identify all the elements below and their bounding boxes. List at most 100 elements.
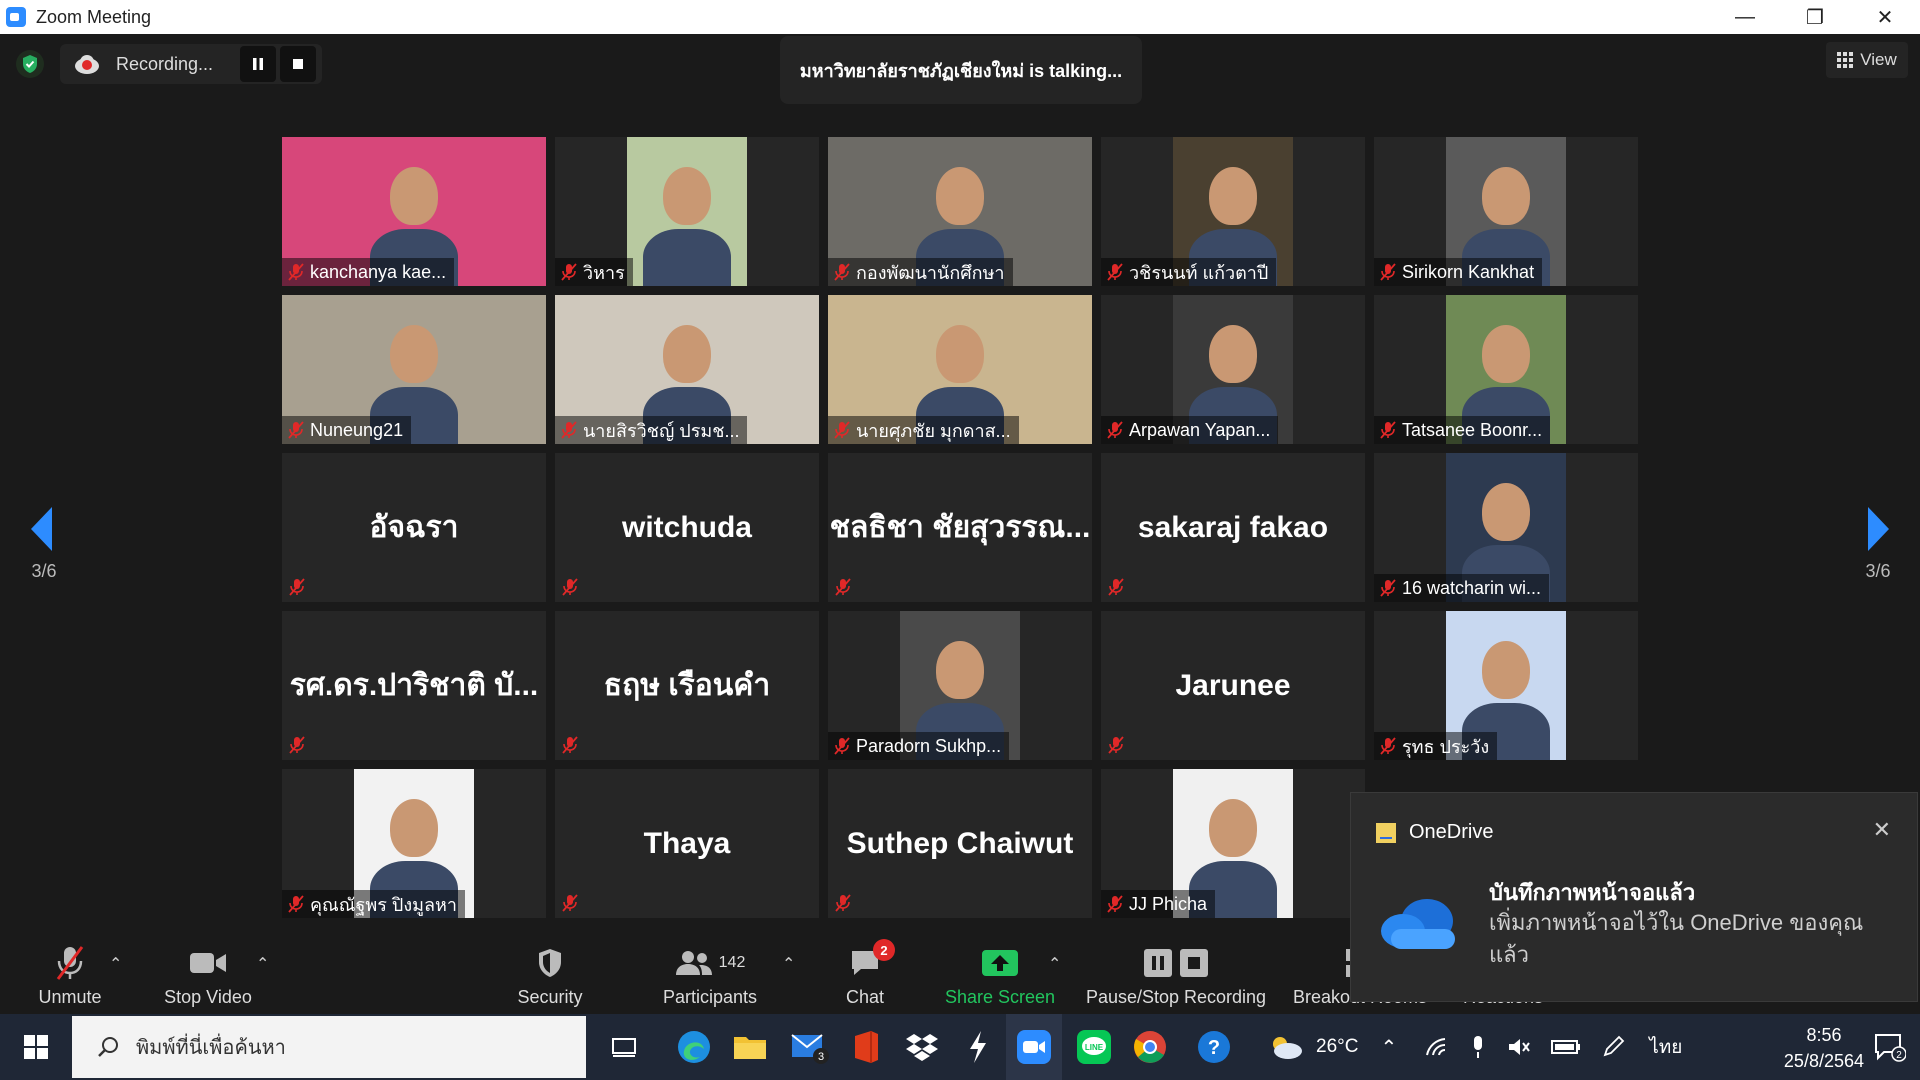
participant-tile[interactable]: kanchanya kae... bbox=[282, 137, 546, 286]
line-app-icon[interactable]: LINE bbox=[1066, 1014, 1122, 1080]
participant-tile[interactable]: นายสิรวิชญ์ ปรมช... bbox=[555, 295, 819, 444]
page-indicator-right: 3/6 bbox=[1865, 561, 1891, 581]
participant-name-label: 16 watcharin wi... bbox=[1374, 574, 1550, 602]
unmute-button[interactable]: Unmute bbox=[30, 934, 110, 1014]
participant-tile[interactable]: Thaya bbox=[555, 769, 819, 918]
zoom-taskbar-icon[interactable] bbox=[1006, 1014, 1062, 1080]
participant-name: Thaya bbox=[643, 826, 731, 860]
video-options-caret-icon[interactable]: ⌃ bbox=[256, 954, 269, 974]
lightning-app-icon[interactable] bbox=[950, 1014, 1006, 1080]
edge-browser-icon[interactable] bbox=[666, 1014, 722, 1080]
notification-count: 2 bbox=[1896, 1050, 1902, 1061]
task-view-icon[interactable] bbox=[596, 1014, 652, 1080]
restore-button[interactable]: ❐ bbox=[1780, 0, 1850, 34]
start-button[interactable] bbox=[0, 1014, 72, 1080]
close-notification-button[interactable]: ✕ bbox=[1873, 817, 1891, 843]
muted-mic-icon bbox=[286, 734, 308, 756]
chat-unread-badge: 2 bbox=[873, 939, 895, 961]
microphone-icon[interactable] bbox=[1471, 1035, 1485, 1059]
participant-tile[interactable]: นายศุภชัย มุกดาส... bbox=[828, 295, 1092, 444]
chat-button[interactable]: 2 Chat bbox=[830, 934, 900, 1014]
chat-label: Chat bbox=[845, 987, 885, 1007]
weather-cloud-icon[interactable] bbox=[1268, 1034, 1304, 1060]
share-options-caret-icon[interactable]: ⌃ bbox=[1048, 954, 1061, 974]
audio-options-caret-icon[interactable]: ⌃ bbox=[109, 954, 122, 974]
share-screen-arrow-icon bbox=[981, 943, 1019, 983]
participant-tile[interactable]: Arpawan Yapan... bbox=[1101, 295, 1365, 444]
participant-tile[interactable]: witchuda bbox=[555, 453, 819, 602]
participants-options-caret-icon[interactable]: ⌃ bbox=[782, 954, 795, 974]
participants-button[interactable]: 142 Participants bbox=[655, 934, 765, 1014]
participant-name: witchuda bbox=[621, 510, 752, 544]
security-button[interactable]: Security bbox=[510, 934, 590, 1014]
notification-center-icon[interactable]: 2 bbox=[1862, 1014, 1918, 1080]
participant-tile[interactable]: Suthep Chaiwut bbox=[828, 769, 1092, 918]
participant-tile[interactable]: ธฤษ เรือนคำ bbox=[555, 611, 819, 760]
participant-name-label: วิหาร bbox=[555, 258, 633, 286]
participant-tile[interactable]: Paradorn Sukhp... bbox=[828, 611, 1092, 760]
minimize-button[interactable]: — bbox=[1710, 0, 1780, 34]
participant-tile[interactable]: อัจฉรา bbox=[282, 453, 546, 602]
muted-mic-icon bbox=[1105, 576, 1127, 598]
video-camera-icon bbox=[189, 943, 227, 983]
stop-recording-button[interactable] bbox=[280, 46, 316, 82]
help-icon[interactable]: ? bbox=[1186, 1014, 1242, 1080]
chrome-icon[interactable] bbox=[1122, 1014, 1178, 1080]
muted-mic-icon bbox=[559, 734, 581, 756]
participant-tile[interactable]: JJ Phicha bbox=[1101, 769, 1365, 918]
participant-tile[interactable]: กองพัฒนานักศึกษา bbox=[828, 137, 1092, 286]
close-button[interactable]: ✕ bbox=[1850, 0, 1920, 34]
next-page-arrow-icon[interactable] bbox=[1862, 504, 1892, 554]
participant-name-label: Arpawan Yapan... bbox=[1101, 416, 1279, 444]
grid-view-icon bbox=[1837, 52, 1854, 68]
battery-icon[interactable] bbox=[1551, 1038, 1581, 1056]
tray-overflow-caret-icon[interactable]: ⌃ bbox=[1380, 1035, 1397, 1060]
muted-mic-icon bbox=[559, 892, 581, 914]
participant-name-label: Tatsanee Boonr... bbox=[1374, 416, 1551, 444]
pen-icon[interactable] bbox=[1601, 1035, 1625, 1059]
participant-tile[interactable]: sakaraj fakao bbox=[1101, 453, 1365, 602]
file-explorer-icon[interactable] bbox=[722, 1014, 778, 1080]
input-language[interactable]: ไทย bbox=[1649, 1032, 1682, 1062]
participant-name-label: Nuneung21 bbox=[282, 416, 412, 444]
participant-tile[interactable]: 16 watcharin wi... bbox=[1374, 453, 1638, 602]
pause-stop-recording-button[interactable]: Pause/Stop Recording bbox=[1084, 934, 1268, 1014]
taskbar-clock[interactable]: 8:56 25/8/2564 bbox=[1784, 1022, 1864, 1074]
pause-recording-button[interactable] bbox=[240, 46, 276, 82]
share-screen-button[interactable]: Share Screen bbox=[940, 934, 1060, 1014]
participant-tile[interactable]: Tatsanee Boonr... bbox=[1374, 295, 1638, 444]
pause-icon bbox=[1144, 949, 1172, 977]
participant-tile[interactable]: Jarunee bbox=[1101, 611, 1365, 760]
dropbox-icon[interactable] bbox=[894, 1014, 950, 1080]
participant-tile[interactable]: รศ.ดร.ปาริชาติ บั... bbox=[282, 611, 546, 760]
unmute-label: Unmute bbox=[38, 987, 102, 1007]
view-button[interactable]: View bbox=[1826, 42, 1908, 78]
wifi-icon[interactable] bbox=[1425, 1037, 1449, 1057]
weather-temperature[interactable]: 26°C bbox=[1316, 1036, 1358, 1058]
recording-indicator: Recording... bbox=[60, 44, 322, 84]
participant-tile[interactable]: Nuneung21 bbox=[282, 295, 546, 444]
participant-tile[interactable]: คุณณัฐพร ปิงมูลหา bbox=[282, 769, 546, 918]
participant-tile[interactable]: วิหาร bbox=[555, 137, 819, 286]
speaker-muted-icon[interactable] bbox=[1507, 1036, 1531, 1058]
muted-mic-icon bbox=[1101, 895, 1129, 913]
participant-tile[interactable]: ชลธิชา ชัยสุวรรณ... bbox=[828, 453, 1092, 602]
participant-tile[interactable]: รุทธ ประวัง bbox=[1374, 611, 1638, 760]
toast-body: เพิ่มภาพหน้าจอไว้ใน OneDrive ของคุณแล้ว bbox=[1489, 910, 1864, 967]
onedrive-notification[interactable]: OneDrive ✕ บันทึกภาพหน้าจอแล้ว เพิ่มภาพห… bbox=[1350, 792, 1918, 1002]
toast-app-name: OneDrive bbox=[1409, 821, 1494, 843]
participant-tile[interactable]: Sirikorn Kankhat bbox=[1374, 137, 1638, 286]
svg-text:3: 3 bbox=[818, 1051, 824, 1063]
previous-page-arrow-icon[interactable] bbox=[28, 504, 58, 554]
office-icon[interactable] bbox=[838, 1014, 894, 1080]
muted-microphone-icon bbox=[52, 943, 88, 983]
taskbar-search-box[interactable]: พิมพ์ที่นี่เพื่อค้นหา bbox=[72, 1016, 586, 1078]
stop-video-button[interactable]: Stop Video bbox=[160, 934, 256, 1014]
muted-mic-icon bbox=[1101, 263, 1129, 281]
muted-mic-icon bbox=[832, 892, 854, 914]
mail-icon[interactable]: 3 bbox=[782, 1014, 838, 1080]
participant-name-label: kanchanya kae... bbox=[282, 258, 455, 286]
security-shield-icon[interactable] bbox=[16, 50, 44, 78]
participants-label: Participants bbox=[662, 987, 758, 1007]
participant-tile[interactable]: วชิรนนท์ แก้วตาปี bbox=[1101, 137, 1365, 286]
